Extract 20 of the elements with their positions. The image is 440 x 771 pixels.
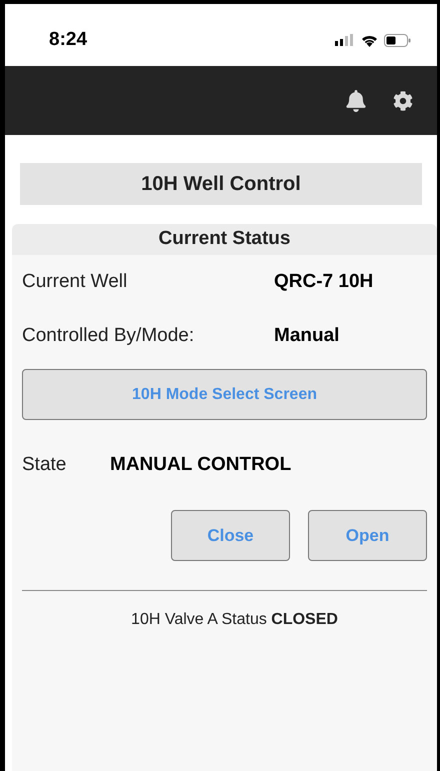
panel-title: Current Status	[12, 224, 437, 255]
notifications-button[interactable]	[345, 90, 367, 112]
bell-icon	[345, 90, 367, 112]
signal-icon	[335, 34, 355, 46]
valve-action-button[interactable]: Close	[171, 510, 290, 561]
valve-action-button[interactable]: Open	[308, 510, 427, 561]
state-label: State	[22, 452, 68, 477]
settings-icon	[393, 90, 413, 110]
battery-icon	[384, 34, 411, 46]
settings-button[interactable]	[393, 90, 413, 110]
status-time: 8:24	[49, 28, 88, 52]
field-label: Controlled By/Mode:	[22, 324, 196, 348]
field-value: Manual	[274, 324, 340, 348]
field-value: QRC-7 10H	[274, 270, 374, 294]
wifi-icon	[361, 34, 378, 46]
page-title: 10H Well Control	[20, 163, 422, 205]
state-value: MANUAL CONTROL	[110, 452, 292, 477]
mode-select-button[interactable]: 10H Mode Select Screen	[22, 369, 427, 420]
field-label: Current Well	[22, 270, 128, 294]
valve-status-text: 10H Valve A Status CLOSED	[131, 610, 338, 630]
